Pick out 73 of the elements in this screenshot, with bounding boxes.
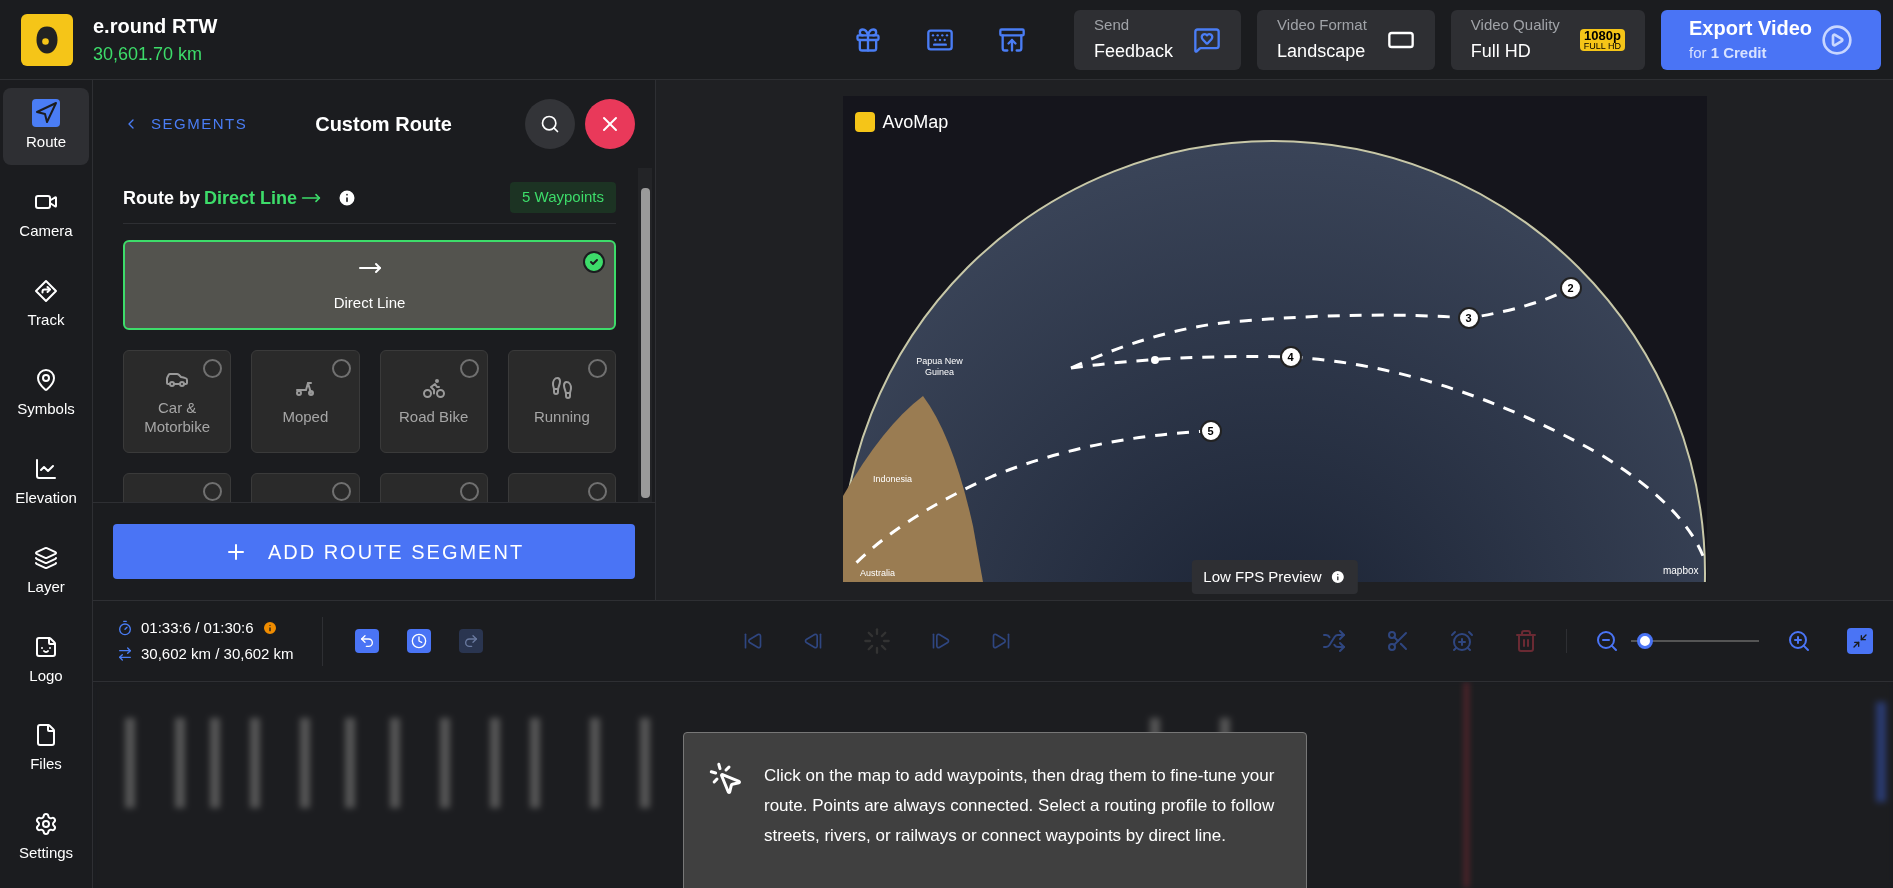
sidebar-tab[interactable]: Files: [3, 710, 89, 788]
route-mode-label: Direct Line: [204, 186, 298, 210]
project-title: e.round RTW: [93, 13, 218, 39]
zoom-out-icon[interactable]: [1595, 629, 1619, 653]
redo-button[interactable]: [458, 629, 483, 653]
place-label: Papua New Guinea: [915, 356, 964, 379]
routing-profile-option[interactable]: Road Bike: [379, 350, 488, 453]
direct-line-option[interactable]: Direct Line: [123, 240, 616, 330]
brand-name: AvoMap: [882, 111, 949, 134]
info-icon: [337, 187, 358, 208]
heart-message-icon: [1193, 25, 1222, 54]
project-distance: 30,601.70 km: [93, 42, 204, 66]
redo-icon: [462, 633, 479, 649]
map-background[interactable]: [842, 96, 1707, 582]
map-attribution: mapbox: [1662, 564, 1699, 578]
files-icon: [34, 723, 58, 748]
distance-text: 30,602 km / 30,602 km: [141, 644, 294, 664]
search-button[interactable]: [525, 99, 575, 149]
segments-back-link[interactable]: SEGMENTS: [123, 112, 248, 136]
export-video-button[interactable]: Export Video for 1 Credit: [1661, 9, 1881, 70]
play-circle-icon: [1821, 23, 1853, 56]
feedback-button[interactable]: Send Feedback: [1074, 9, 1242, 70]
layer-icon: [34, 545, 58, 570]
collapse-icon: [1852, 633, 1868, 649]
add-route-segment-button[interactable]: ADD ROUTE SEGMENT: [113, 524, 635, 579]
route-by-label: Route by: [123, 186, 200, 210]
app-logo[interactable]: [20, 13, 73, 66]
duration-text: 01:33:6 / 01:30:6: [141, 617, 254, 638]
zoom-slider-thumb[interactable]: [1637, 633, 1654, 649]
close-button[interactable]: [585, 99, 635, 149]
clock-button[interactable]: [406, 629, 431, 653]
brand-logo-icon: [854, 112, 875, 132]
sidebar-tab[interactable]: Track: [3, 265, 89, 343]
sidebar-tab[interactable]: Symbols: [3, 354, 89, 432]
place-label: Indonesia: [871, 474, 913, 486]
settings-icon: [34, 812, 58, 837]
bike-icon: [421, 376, 446, 401]
sidebar-tab[interactable]: Settings: [3, 799, 89, 876]
sidebar-tab[interactable]: Camera: [3, 176, 89, 254]
timer-icon: [117, 619, 133, 636]
waypoints-count: 5 Waypoints: [510, 182, 616, 213]
routing-profile-option[interactable]: Car & Motorbike: [123, 350, 232, 453]
place-label: Australia: [859, 568, 896, 580]
sidebar-tab[interactable]: Layer: [3, 532, 89, 610]
collapse-button[interactable]: [1847, 628, 1873, 654]
elevation-icon: [34, 456, 58, 481]
routing-profile-option[interactable]: Moped: [251, 350, 360, 453]
sidebar-tab[interactable]: Elevation: [3, 443, 89, 521]
scrollbar[interactable]: [638, 168, 652, 502]
sidebar-tab[interactable]: Route: [3, 88, 89, 165]
routing-profile-option[interactable]: Running: [507, 350, 616, 453]
pointer-click-icon: [708, 761, 744, 797]
format-button[interactable]: Video Format Landscape: [1257, 9, 1435, 70]
hint-text: Click on the map to add waypoints, then drag them to fine-tune your route. Points are always connected. Select a routing profile to follow streets, rivers, or railways or connect waypoints by direct line.: [764, 765, 1276, 847]
zoom-slider[interactable]: [1631, 633, 1759, 649]
zoom-in-icon[interactable]: [1787, 629, 1811, 653]
resolution-badge: 1080p FULL HD: [1579, 28, 1625, 51]
track-icon: [34, 278, 58, 303]
gift-icon[interactable]: [854, 25, 883, 54]
sidebar-tab[interactable]: Logo: [3, 621, 89, 699]
route-icon: [34, 101, 58, 126]
distance-icon: [117, 646, 133, 663]
warning-icon: [261, 619, 278, 636]
search-icon: [540, 114, 560, 134]
symbols-icon: [34, 367, 58, 392]
loading-spinner-icon: [863, 627, 892, 655]
undo-icon: [358, 633, 375, 649]
low-fps-preview-badge[interactable]: Low FPS Preview: [1191, 559, 1358, 594]
undo-button[interactable]: [354, 629, 379, 653]
quality-button[interactable]: Video Quality Full HD 1080p FULL HD: [1450, 9, 1645, 70]
info-icon: [1329, 568, 1346, 585]
panel-title: Custom Route: [315, 112, 452, 137]
clock-icon: [410, 633, 427, 649]
